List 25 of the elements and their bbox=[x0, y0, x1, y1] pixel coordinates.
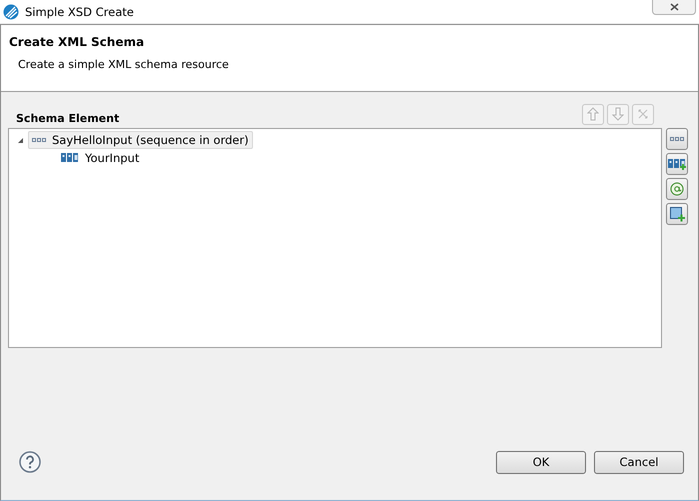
page-description: Create a simple XML schema resource bbox=[17, 58, 230, 71]
tree-item[interactable]: YourInput bbox=[57, 148, 144, 168]
up-arrow-icon bbox=[587, 107, 599, 121]
add-complex-button[interactable] bbox=[666, 203, 688, 225]
sequence-button[interactable] bbox=[666, 128, 688, 150]
close-icon bbox=[670, 3, 678, 11]
app-logo-icon bbox=[3, 4, 19, 20]
window-title: Simple XSD Create bbox=[25, 4, 134, 18]
tree-item[interactable]: SayHelloInput (sequence in order) bbox=[28, 131, 253, 149]
down-arrow-icon bbox=[612, 107, 624, 121]
cancel-button[interactable]: Cancel bbox=[594, 450, 684, 474]
help-icon[interactable] bbox=[19, 451, 41, 473]
ok-button[interactable]: OK bbox=[496, 450, 586, 474]
page-title: Create XML Schema bbox=[9, 35, 146, 49]
collapse-icon[interactable] bbox=[17, 136, 24, 144]
close-button[interactable] bbox=[652, 0, 696, 15]
delete-icon bbox=[638, 109, 648, 119]
add-box-icon bbox=[669, 206, 685, 222]
add-text-button[interactable] bbox=[666, 153, 688, 175]
attribute-button[interactable] bbox=[666, 178, 688, 200]
add-text-icon bbox=[668, 156, 686, 172]
dots-icon bbox=[32, 137, 46, 143]
dots-icon bbox=[670, 136, 684, 142]
section-title: Schema Element bbox=[15, 112, 120, 124]
at-sign-icon bbox=[670, 182, 684, 196]
